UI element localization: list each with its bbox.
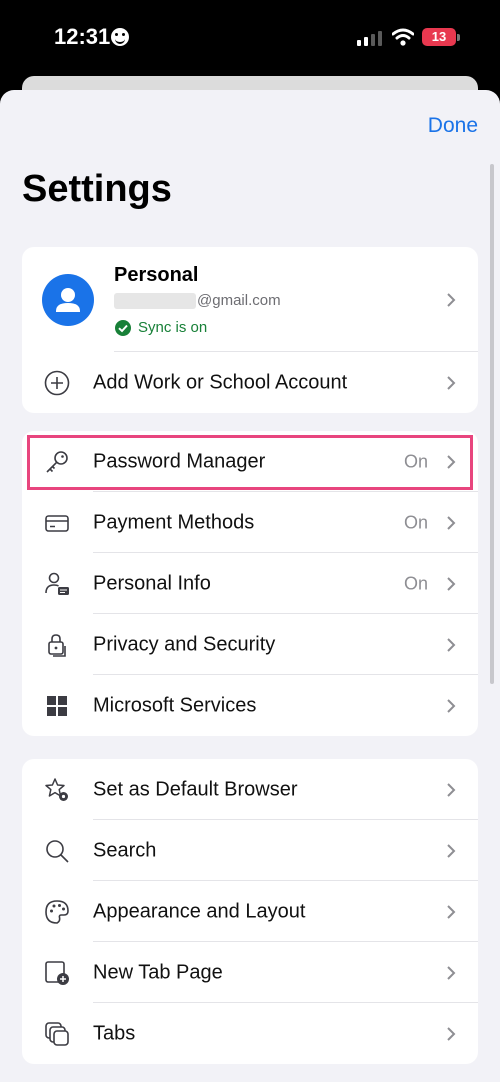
chevron-right-icon — [447, 698, 456, 713]
card-icon — [45, 514, 69, 532]
clock: 12:31 — [54, 24, 111, 49]
chevron-right-icon — [447, 843, 456, 858]
search-row[interactable]: Search — [22, 820, 478, 881]
microsoft-services-row[interactable]: Microsoft Services — [22, 675, 478, 736]
battery-icon: 13 — [422, 28, 456, 46]
sync-status: Sync is on — [138, 319, 208, 336]
battery-tip — [457, 34, 460, 41]
page-title: Settings — [22, 168, 172, 210]
microsoft-services-label: Microsoft Services — [93, 694, 257, 716]
new-tab-page-label: New Tab Page — [93, 961, 223, 983]
profile-name: Personal — [114, 264, 199, 286]
profile-email: @gmail.com — [197, 292, 281, 309]
chevron-right-icon — [447, 904, 456, 919]
personal-info-label: Personal Info — [93, 572, 211, 594]
check-circle-icon — [115, 320, 131, 336]
done-button[interactable]: Done — [428, 114, 478, 138]
scrollbar[interactable] — [490, 164, 494, 684]
battery-level: 13 — [431, 29, 447, 44]
add-account-row[interactable]: Add Work or School Account — [22, 352, 478, 413]
star-gear-icon — [45, 777, 68, 801]
chevron-right-icon — [447, 782, 456, 797]
wifi-icon — [392, 28, 414, 46]
add-circle-icon — [44, 370, 70, 395]
settings-group-browser: Set as Default Browser Search Appearance… — [22, 759, 478, 1064]
privacy-security-label: Privacy and Security — [93, 633, 276, 655]
person-icon — [56, 288, 80, 312]
chevron-right-icon — [447, 637, 456, 652]
palette-icon — [45, 899, 69, 924]
status-bar: 12:31 13 — [0, 0, 500, 76]
chevron-right-icon — [447, 515, 456, 530]
payment-methods-label: Payment Methods — [93, 511, 255, 533]
signal-icon — [357, 30, 383, 46]
appearance-label: Appearance and Layout — [93, 900, 306, 922]
personal-info-status: On — [403, 573, 428, 593]
tabs-icon — [45, 1021, 69, 1046]
tabs-row[interactable]: Tabs — [22, 1003, 478, 1064]
profile-row[interactable]: Personal @gmail.com Sync is on — [22, 247, 478, 352]
default-browser-label: Set as Default Browser — [93, 778, 298, 800]
chevron-right-icon — [447, 292, 456, 307]
new-tab-icon — [45, 960, 69, 985]
email-redacted — [114, 293, 196, 309]
avatar — [42, 274, 94, 326]
account-card: Personal @gmail.com Sync is on Add Work … — [22, 247, 478, 413]
privacy-security-row[interactable]: Privacy and Security — [22, 614, 478, 675]
add-account-label: Add Work or School Account — [93, 371, 348, 393]
highlight-annotation — [27, 435, 473, 490]
settings-sheet: Done Settings Personal @gmail.com Sync i… — [0, 90, 500, 1082]
chevron-right-icon — [447, 576, 456, 591]
grid-icon — [47, 695, 67, 716]
payment-methods-status: On — [403, 512, 428, 532]
personal-info-row[interactable]: Personal Info On — [22, 553, 478, 614]
chevron-right-icon — [447, 1026, 456, 1041]
payment-methods-row[interactable]: Payment Methods On — [22, 492, 478, 553]
default-browser-row[interactable]: Set as Default Browser — [22, 759, 478, 820]
search-label: Search — [93, 839, 157, 861]
chevron-right-icon — [447, 965, 456, 980]
appearance-row[interactable]: Appearance and Layout — [22, 881, 478, 942]
face-icon — [111, 28, 129, 46]
lock-icon — [48, 633, 66, 657]
person-info-icon — [45, 572, 69, 595]
tabs-label: Tabs — [93, 1022, 136, 1044]
search-icon — [46, 839, 69, 863]
chevron-right-icon — [447, 375, 456, 390]
new-tab-page-row[interactable]: New Tab Page — [22, 942, 478, 1003]
